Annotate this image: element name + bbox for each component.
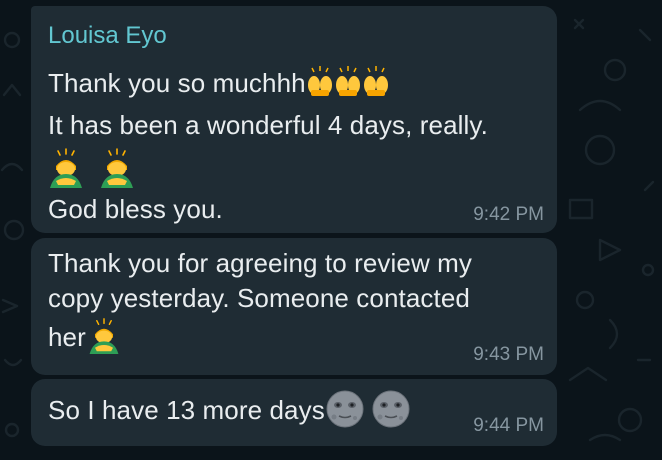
message-timestamp: 9:44 PM [473, 415, 544, 436]
message-bubble-2[interactable]: Thank you for agreeing to review my copy… [31, 238, 557, 375]
message-line: copy yesterday. Someone contacted [48, 283, 470, 313]
person-bowing-emoji [89, 318, 119, 355]
sender-name: Louisa Eyo [48, 22, 167, 49]
raising-hands-emoji [335, 66, 360, 97]
person-bowing-emoji [101, 148, 134, 188]
message-timestamp: 9:42 PM [473, 204, 544, 225]
raising-hands-emoji [363, 66, 388, 97]
emoji-row [46, 148, 137, 188]
message-bubble-3[interactable]: So I have 13 more days 9:44 PM [31, 379, 557, 446]
message-line: So I have 13 more days [48, 390, 411, 429]
message-line: Thank you for agreeing to review my [48, 248, 473, 278]
new-moon-face-emoji [372, 390, 410, 428]
message-timestamp: 9:43 PM [473, 344, 544, 365]
message-bubble-1[interactable]: Louisa Eyo Thank you so muchhh It has be… [31, 6, 557, 233]
message-line: God bless you. [48, 194, 223, 224]
new-moon-face-emoji [326, 390, 364, 428]
message-line: Thank you so muchhh [48, 66, 390, 99]
message-line: It has been a wonderful 4 days, really. [48, 110, 488, 140]
person-bowing-emoji [50, 148, 82, 188]
message-line: her [48, 318, 122, 355]
raising-hands-emoji [307, 66, 332, 97]
